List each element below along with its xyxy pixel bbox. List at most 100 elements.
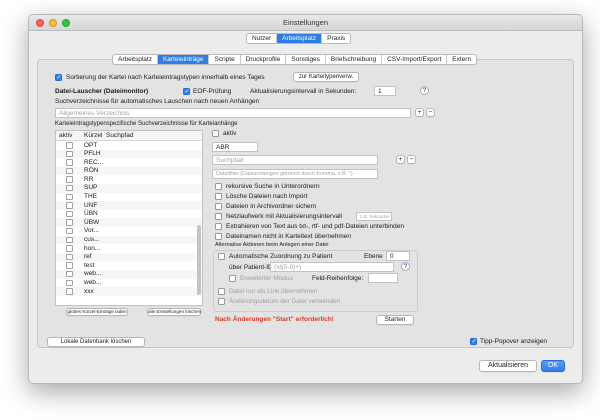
- row-aktiv-checkbox[interactable]: [66, 245, 73, 252]
- row-kuerzel: UNF: [84, 201, 98, 209]
- network-drive-checkbox[interactable]: [215, 213, 222, 220]
- patient-id-help-icon[interactable]: ?: [401, 262, 410, 271]
- table-row[interactable]: test: [56, 261, 202, 270]
- row-aktiv-checkbox[interactable]: [66, 142, 73, 149]
- table-scrollbar[interactable]: [197, 142, 201, 302]
- network-interval-input[interactable]: z.B. Sekunden: [356, 212, 392, 221]
- row-aktiv-checkbox[interactable]: [66, 262, 73, 269]
- subtab-karteieintraege[interactable]: Karteieinträge: [157, 55, 210, 64]
- remove-path-button[interactable]: −: [407, 155, 416, 164]
- extract-text-checkbox[interactable]: [215, 223, 222, 230]
- subtab-sonstiges[interactable]: Sonstiges: [286, 55, 326, 64]
- tab-praxis[interactable]: Praxis: [322, 34, 350, 43]
- content-panel: Arbeitsplatz Karteieinträge Scripte Druc…: [37, 54, 574, 348]
- table-row[interactable]: web...: [56, 269, 202, 279]
- help-icon[interactable]: ?: [420, 86, 429, 95]
- row-aktiv-checkbox[interactable]: [66, 227, 73, 235]
- network-drive-label: Netzlaufwerk mit Aktualisierungsinterval…: [226, 213, 342, 220]
- row-aktiv-checkbox[interactable]: [66, 236, 73, 244]
- col-aktiv: aktiv: [59, 132, 73, 139]
- use-mtime-checkbox[interactable]: [218, 298, 225, 305]
- table-row[interactable]: ÜBW: [56, 218, 202, 227]
- row-aktiv-checkbox[interactable]: [66, 176, 73, 183]
- start-button[interactable]: Starten: [376, 315, 414, 325]
- row-kuerzel: SUP: [84, 184, 98, 192]
- delete-after-import-checkbox[interactable]: [215, 193, 222, 200]
- delete-settings-button[interactable]: alle Einstellungen löschen: [147, 308, 201, 316]
- update-button[interactable]: Aktualisieren: [479, 360, 537, 372]
- row-aktiv-checkbox[interactable]: [66, 253, 73, 261]
- file-filter-input[interactable]: Dateifilter (Dateiendungen getrennt durc…: [212, 169, 378, 179]
- load-kuerzel-button[interactable]: globes Kürzel-Einträge laden: [66, 308, 128, 316]
- row-aktiv-checkbox[interactable]: [66, 159, 73, 166]
- row-kuerzel: ÜBW: [84, 218, 100, 226]
- table-row[interactable]: UNF: [56, 201, 202, 210]
- subtab-briefschreibung[interactable]: Briefschreibung: [326, 55, 383, 64]
- link-only-label: Datei nur als Link übernehmen: [229, 288, 318, 295]
- ok-button[interactable]: OK: [541, 360, 565, 372]
- recursive-checkbox[interactable]: [215, 183, 222, 190]
- filenames-checkbox[interactable]: [215, 233, 222, 240]
- suchpfad-input[interactable]: Suchpfad: [212, 155, 378, 165]
- row-aktiv-checkbox[interactable]: [66, 219, 73, 226]
- table-row[interactable]: OPT: [56, 141, 202, 150]
- table-row[interactable]: RÖN: [56, 166, 202, 176]
- table-row[interactable]: ref: [56, 252, 202, 262]
- delete-local-db-button[interactable]: Lokale Datenbank löschen: [47, 337, 145, 347]
- type-dirs-label: Karteieintragstypenspezifische Suchverze…: [55, 121, 238, 127]
- table-row[interactable]: REC...: [56, 158, 202, 167]
- row-aktiv-checkbox[interactable]: [66, 202, 73, 209]
- extended-mode-checkbox[interactable]: [229, 275, 236, 282]
- patient-id-input[interactable]: (\d{5-9}+): [270, 262, 394, 272]
- aktiv-checkbox[interactable]: [212, 130, 219, 137]
- level-input[interactable]: 0: [386, 251, 410, 261]
- row-kuerzel: RÖN: [84, 167, 99, 175]
- row-aktiv-checkbox[interactable]: [66, 193, 73, 201]
- karteitypenverw-button[interactable]: zur Karteitypenverw.: [293, 72, 359, 82]
- field-order-input[interactable]: [368, 273, 398, 283]
- eof-checkbox[interactable]: [183, 88, 190, 95]
- add-dir-button[interactable]: +: [415, 108, 424, 117]
- table-row[interactable]: Vor...: [56, 227, 202, 236]
- archive-checkbox[interactable]: [215, 203, 222, 210]
- subtab-druckprofile[interactable]: Druckprofile: [241, 55, 287, 64]
- table-row[interactable]: THE: [56, 193, 202, 202]
- general-directory-input[interactable]: Allgemeines Verzeichnis: [55, 108, 411, 118]
- sort-checkbox[interactable]: [55, 74, 62, 81]
- row-aktiv-checkbox[interactable]: [66, 210, 73, 218]
- title-bar: Einstellungen: [29, 15, 582, 31]
- subtab-scripte[interactable]: Scripte: [209, 55, 241, 64]
- scroll-thumb[interactable]: [197, 225, 201, 295]
- kuerzel-input[interactable]: ABR: [212, 142, 258, 152]
- tab-arbeitsplatz[interactable]: Arbeitsplatz: [277, 34, 323, 43]
- table-row[interactable]: SUP: [56, 183, 202, 193]
- table-row[interactable]: xxx: [56, 287, 202, 296]
- col-kuerzel: Kürzel: [84, 132, 103, 139]
- field-order-label: Feld-Reihenfolge:: [312, 275, 364, 282]
- add-path-button[interactable]: +: [396, 155, 405, 164]
- subtab-extern[interactable]: Extern: [447, 55, 476, 64]
- table-row[interactable]: PFLH: [56, 149, 202, 159]
- table-row[interactable]: ÜBN: [56, 210, 202, 219]
- interval-input[interactable]: 1: [374, 86, 396, 96]
- row-kuerzel: REC...: [84, 158, 104, 166]
- row-aktiv-checkbox[interactable]: [66, 167, 73, 175]
- tab-nutzer[interactable]: Nutzer: [247, 34, 278, 43]
- row-kuerzel: cus...: [84, 236, 100, 244]
- remove-dir-button[interactable]: −: [426, 108, 435, 117]
- row-aktiv-checkbox[interactable]: [66, 270, 73, 278]
- auto-assign-checkbox[interactable]: [218, 253, 225, 260]
- table-row[interactable]: cus...: [56, 235, 202, 245]
- row-aktiv-checkbox[interactable]: [66, 279, 73, 286]
- link-only-checkbox[interactable]: [218, 288, 225, 295]
- table-row[interactable]: hon...: [56, 244, 202, 253]
- tips-checkbox[interactable]: [470, 338, 477, 345]
- row-aktiv-checkbox[interactable]: [66, 184, 73, 192]
- row-aktiv-checkbox[interactable]: [66, 288, 73, 295]
- subtab-csv-import-export[interactable]: CSV-Import/Export: [382, 55, 448, 64]
- filenames-label: Dateinamen nicht in Karteitext übernehme…: [226, 233, 352, 240]
- table-row[interactable]: RR: [56, 175, 202, 184]
- table-row[interactable]: web...: [56, 279, 202, 288]
- subtab-arbeitsplatz[interactable]: Arbeitsplatz: [113, 55, 158, 64]
- row-aktiv-checkbox[interactable]: [66, 150, 73, 158]
